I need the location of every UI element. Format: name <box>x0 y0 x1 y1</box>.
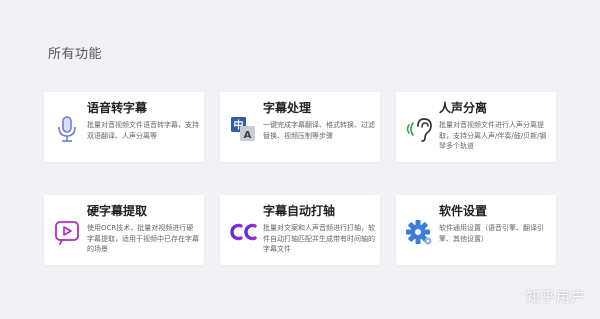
card-title: 软件设置 <box>439 204 488 218</box>
watermark: 知乎用户 <box>526 290 586 306</box>
card-subtitle-processing[interactable]: 中 A 字幕处理 一键完成字幕翻译、格式转换、过滤替换、视频压制等步骤 <box>220 92 380 162</box>
card-title: 字幕处理 <box>263 101 312 115</box>
card-settings[interactable]: 软件设置 软件通用设置（语音引擎、翻译引擎、其他设置） <box>396 195 556 265</box>
card-title: 语音转字幕 <box>87 101 148 115</box>
card-description: 批量对音视频文件进行人声分离提取，支持分离人声/伴奏/鼓/贝斯/钢琴多个轨道 <box>439 121 547 150</box>
cc-icon <box>228 217 258 247</box>
translate-icon: 中 A <box>228 114 258 144</box>
card-description: 使用OCR技术，批量对视频进行硬字幕提取，适用于视频中已存在字幕的场景 <box>87 224 199 253</box>
microphone-icon <box>52 114 82 144</box>
card-description: 批量对文案和人声音频进行打轴，软件自动打轴匹配并生成带有时间轴的字幕文件 <box>263 224 375 253</box>
card-speech-to-subtitle[interactable]: 语音转字幕 批量对音视频文件语音转字幕，支持双语翻译、人声分离等 <box>44 92 204 162</box>
card-description: 软件通用设置（语音引擎、翻译引擎、其他设置） <box>439 224 544 243</box>
card-description: 批量对音视频文件语音转字幕，支持双语翻译、人声分离等 <box>87 121 199 140</box>
ear-icon <box>404 114 434 144</box>
video-subtitle-icon <box>52 217 82 247</box>
card-title: 硬字幕提取 <box>87 204 148 218</box>
card-title: 字幕自动打轴 <box>263 204 336 218</box>
card-title: 人声分离 <box>439 101 488 115</box>
gear-icon <box>404 217 434 247</box>
svg-text:A: A <box>244 130 252 141</box>
section-title: 所有功能 <box>48 47 103 62</box>
card-auto-timing[interactable]: 字幕自动打轴 批量对文案和人声音频进行打轴，软件自动打轴匹配并生成带有时间轴的字… <box>220 195 380 265</box>
card-hard-subtitle-extraction[interactable]: 硬字幕提取 使用OCR技术，批量对视频进行硬字幕提取，适用于视频中已存在字幕的场… <box>44 195 204 265</box>
card-description: 一键完成字幕翻译、格式转换、过滤替换、视频压制等步骤 <box>263 121 375 140</box>
card-vocal-separation[interactable]: 人声分离 批量对音视频文件进行人声分离提取，支持分离人声/伴奏/鼓/贝斯/钢琴多… <box>396 92 556 162</box>
